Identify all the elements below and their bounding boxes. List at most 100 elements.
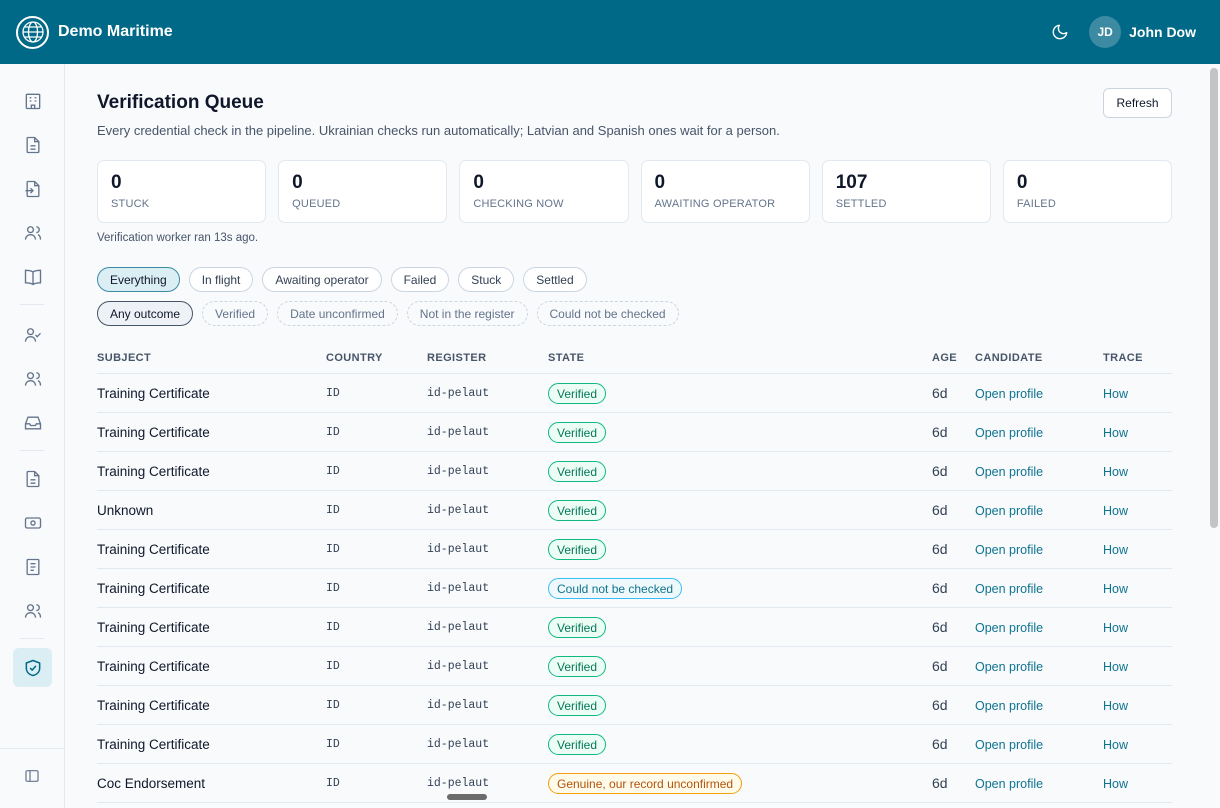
open-profile-link[interactable]: Open profile [975, 387, 1043, 401]
trace-how-link[interactable]: How [1103, 504, 1128, 518]
open-profile-link[interactable]: Open profile [975, 504, 1043, 518]
filter-stuck[interactable]: Stuck [458, 267, 515, 292]
table-row[interactable]: Training Certificate ID id-pelaut Verified 6… [97, 608, 1172, 647]
page-title: Verification Queue [97, 92, 264, 113]
vertical-scrollbar[interactable] [1210, 68, 1218, 528]
filter-awaiting-operator[interactable]: Awaiting operator [262, 267, 382, 292]
main-content: Verification Queue Every credential chec… [97, 64, 1173, 808]
table-row[interactable]: Coc Endorsement ID id-pelaut Genuine, our r… [97, 764, 1172, 803]
table-row[interactable]: Training Certificate ID id-pelaut Verified 6… [97, 647, 1172, 686]
file-import-icon[interactable] [13, 169, 52, 208]
stat-card-checking-now[interactable]: 0 CHECKING NOW [459, 160, 629, 223]
column-header-candidate[interactable]: CANDIDATE [975, 352, 1043, 364]
filter-in-flight[interactable]: In flight [188, 267, 254, 292]
stat-card-queued[interactable]: 0 QUEUED [278, 160, 448, 223]
stat-card-awaiting-operator[interactable]: 0 AWAITING OPERATOR [640, 160, 810, 223]
open-profile-link[interactable]: Open profile [975, 777, 1043, 791]
trace-how-link[interactable]: How [1103, 699, 1128, 713]
status-badge: Verified [548, 422, 607, 443]
column-header-trace[interactable]: TRACE [1103, 352, 1143, 364]
money-icon[interactable] [13, 503, 52, 542]
stat-label: SETTLED [835, 198, 887, 210]
book-icon[interactable] [13, 257, 52, 296]
trace-how-link[interactable]: How [1103, 660, 1128, 674]
table-row[interactable]: Training Certificate ID id-pelaut Verified 6… [97, 686, 1172, 725]
inbox-icon[interactable] [13, 403, 52, 442]
document-icon[interactable] [13, 125, 52, 164]
user-name[interactable]: John Dow [1129, 24, 1196, 40]
column-header-state[interactable]: STATE [548, 352, 584, 364]
status-badge: Verified [548, 539, 607, 560]
trace-how-link[interactable]: How [1103, 387, 1128, 401]
filter-failed[interactable]: Failed [390, 267, 450, 292]
cell-register: id-pelaut [427, 543, 490, 556]
table-row[interactable]: Training Certificate ID id-pelaut Verified 6… [97, 374, 1172, 413]
cell-subject: Training Certificate [97, 386, 210, 401]
cell-register: id-pelaut [427, 465, 490, 478]
open-profile-link[interactable]: Open profile [975, 582, 1043, 596]
trace-how-link[interactable]: How [1103, 543, 1128, 557]
users-icon[interactable] [13, 359, 52, 398]
filter-date-unconfirmed[interactable]: Date unconfirmed [277, 301, 398, 326]
filter-any-outcome[interactable]: Any outcome [97, 301, 194, 326]
cell-register: id-pelaut [427, 777, 490, 790]
open-profile-link[interactable]: Open profile [975, 465, 1043, 479]
sidebar-divider [20, 638, 44, 639]
globe-icon[interactable] [16, 15, 49, 49]
table-row[interactable]: Unknown ID id-pelaut Verified 6d Open profile… [97, 491, 1172, 530]
cell-country: ID [326, 582, 340, 595]
trace-how-link[interactable]: How [1103, 426, 1128, 440]
users-icon[interactable] [13, 591, 52, 630]
column-header-country[interactable]: COUNTRY [326, 352, 383, 364]
trace-how-link[interactable]: How [1103, 582, 1128, 596]
stat-card-settled[interactable]: 107 SETTLED [821, 160, 991, 223]
brand-name[interactable]: Demo Maritime [58, 23, 173, 41]
table-row[interactable]: Training Certificate ID id-pelaut Verified 6… [97, 413, 1172, 452]
open-profile-link[interactable]: Open profile [975, 426, 1043, 440]
cell-age: 6d [932, 424, 948, 440]
column-header-register[interactable]: REGISTER [427, 352, 486, 364]
trace-how-link[interactable]: How [1103, 777, 1128, 791]
stat-label: FAILED [1016, 198, 1056, 210]
outcome-filter-group: Any outcome Verified Date unconfirmed No… [97, 301, 679, 326]
refresh-button[interactable]: Refresh [1103, 88, 1172, 118]
stat-card-failed[interactable]: 0 FAILED [1002, 160, 1173, 223]
top-bar: Demo Maritime JD John Dow [0, 0, 1220, 64]
filter-could-not-be-checked[interactable]: Could not be checked [536, 301, 679, 326]
sidebar-collapse-icon[interactable] [24, 768, 40, 789]
table-row[interactable]: Training Certificate ID id-pelaut Verified 6… [97, 530, 1172, 569]
stat-card-stuck[interactable]: 0 STUCK [97, 160, 267, 223]
users-icon[interactable] [13, 213, 52, 252]
user-check-icon[interactable] [13, 315, 52, 354]
trace-how-link[interactable]: How [1103, 465, 1128, 479]
cell-register: id-pelaut [427, 582, 490, 595]
filter-not-in-register[interactable]: Not in the register [406, 301, 528, 326]
trace-how-link[interactable]: How [1103, 621, 1128, 635]
moon-icon[interactable] [1049, 21, 1071, 43]
status-badge: Verified [548, 383, 607, 404]
filter-verified[interactable]: Verified [202, 301, 269, 326]
document-icon[interactable] [13, 459, 52, 498]
trace-how-link[interactable]: How [1103, 738, 1128, 752]
table-row[interactable]: Training Certificate ID id-pelaut Verified 6… [97, 725, 1172, 764]
cell-subject: Training Certificate [97, 620, 210, 635]
receipt-icon[interactable] [13, 547, 52, 586]
avatar[interactable]: JD [1089, 16, 1122, 48]
open-profile-link[interactable]: Open profile [975, 543, 1043, 557]
stat-value: 0 [111, 172, 122, 193]
horizontal-scroll-handle[interactable] [447, 794, 487, 800]
open-profile-link[interactable]: Open profile [975, 738, 1043, 752]
building-icon[interactable] [13, 81, 52, 120]
filter-everything[interactable]: Everything [97, 267, 180, 292]
filter-settled[interactable]: Settled [523, 267, 587, 292]
column-header-age[interactable]: AGE [932, 352, 957, 364]
open-profile-link[interactable]: Open profile [975, 699, 1043, 713]
shield-check-icon[interactable] [13, 648, 52, 687]
open-profile-link[interactable]: Open profile [975, 660, 1043, 674]
table-row[interactable]: Training Certificate ID id-pelaut Could not… [97, 569, 1172, 608]
cell-subject: Unknown [97, 503, 154, 518]
column-header-subject[interactable]: SUBJECT [97, 352, 151, 364]
table-row[interactable]: Training Certificate ID id-pelaut Verified 6… [97, 452, 1172, 491]
open-profile-link[interactable]: Open profile [975, 621, 1043, 635]
cell-age: 6d [932, 463, 948, 479]
